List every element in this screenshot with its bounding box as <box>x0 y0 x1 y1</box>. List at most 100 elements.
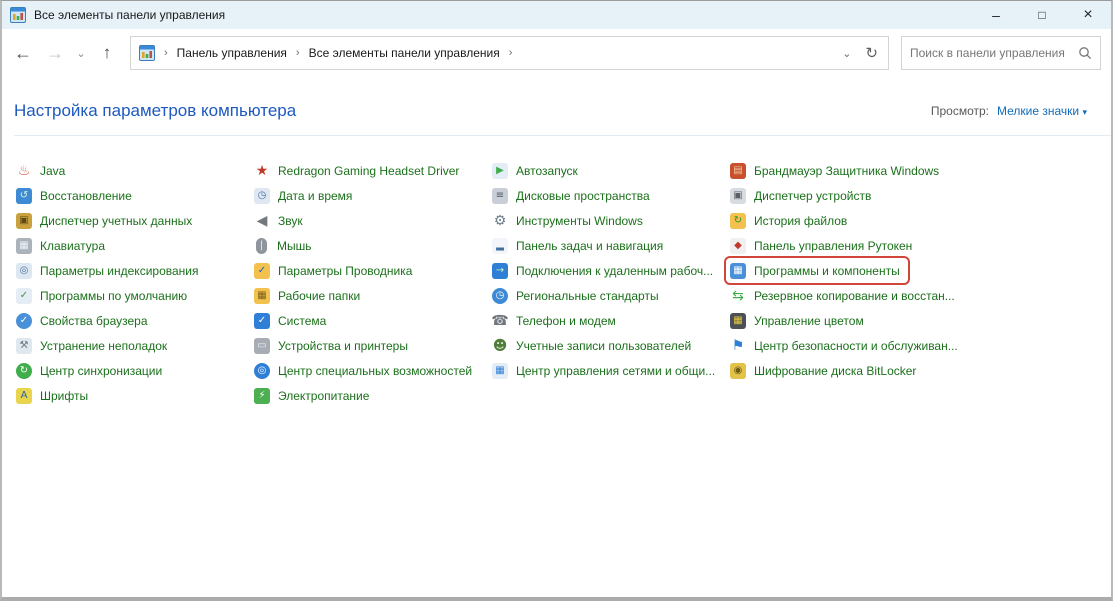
back-button[interactable]: ← <box>8 43 38 64</box>
color-management-icon: ▦ <box>730 313 746 329</box>
item-java[interactable]: ♨Java <box>12 158 73 183</box>
item-label: Центр безопасности и обслуживан... <box>754 339 958 353</box>
item-label: Брандмауэр Защитника Windows <box>754 164 939 178</box>
item-security-maintenance[interactable]: ⚑ Центр безопасности и обслуживан... <box>726 333 966 358</box>
item-remote-desktop[interactable]: →Подключения к удаленным рабоч... <box>488 258 721 283</box>
breadcrumb-separator[interactable]: › <box>296 47 300 59</box>
up-button[interactable]: ↑ <box>92 43 122 63</box>
item-label: Центр специальных возможностей <box>278 364 472 378</box>
items-grid: ♨Java↺Восстановление▣Диспетчер учетных д… <box>2 136 1111 408</box>
close-button[interactable]: × <box>1065 1 1111 29</box>
control-panel-icon <box>139 45 155 61</box>
item-bitlocker[interactable]: ◉Шифрование диска BitLocker <box>726 358 924 383</box>
navigation-toolbar: ← → ⌄ ↑ › Панель управления › Все элемен… <box>2 29 1111 77</box>
item-label: Инструменты Windows <box>516 214 643 228</box>
breadcrumb-all-items[interactable]: Все элементы панели управления <box>309 46 500 60</box>
item-windows-tools[interactable]: ⚙Инструменты Windows <box>488 208 651 233</box>
item-file-history[interactable]: ↻История файлов <box>726 208 855 233</box>
item-indexing-options[interactable]: ◎Параметры индексирования <box>12 258 206 283</box>
item-label: Восстановление <box>40 189 132 203</box>
item-programs-features[interactable]: ▦Программы и компоненты <box>726 258 908 283</box>
view-mode-dropdown[interactable]: Мелкие значки ▾ <box>997 104 1087 118</box>
keyboard-icon: ▦ <box>16 238 32 254</box>
item-phone-modem[interactable]: ☎ Телефон и модем <box>488 308 624 333</box>
refresh-icon[interactable]: ↻ <box>865 44 878 62</box>
item-label: Центр синхронизации <box>40 364 162 378</box>
minimize-button[interactable]: – <box>973 1 1019 29</box>
item-user-accounts[interactable]: ☻ Учетные записи пользователей <box>488 333 699 358</box>
item-label: Шифрование диска BitLocker <box>754 364 916 378</box>
work-folders-icon: ▦ <box>254 288 270 304</box>
breadcrumb-separator: › <box>164 47 168 59</box>
item-devices-printers[interactable]: ▭Устройства и принтеры <box>250 333 416 358</box>
storage-spaces-icon: ≡ <box>492 188 508 204</box>
item-region[interactable]: ◷Региональные стандарты <box>488 283 667 308</box>
forward-button[interactable]: → <box>40 43 70 64</box>
address-bar[interactable]: › Панель управления › Все элементы панел… <box>130 36 889 70</box>
history-dropdown-icon[interactable]: ⌄ <box>72 47 90 60</box>
item-keyboard[interactable]: ▦ Клавиатура <box>12 233 113 258</box>
item-power-options[interactable]: ⚡ Электропитание <box>250 383 377 408</box>
item-network-center[interactable]: ▦Центр управления сетями и общи... <box>488 358 723 383</box>
item-storage-spaces[interactable]: ≡Дисковые пространства <box>488 183 658 208</box>
security-maintenance-icon: ⚑ <box>730 338 746 354</box>
item-explorer-options[interactable]: ✓Параметры Проводника <box>250 258 420 283</box>
item-rutoken[interactable]: ◆Панель управления Рутокен <box>726 233 920 258</box>
backup-restore-icon: ⇆ <box>730 288 746 304</box>
item-label: Электропитание <box>278 389 369 403</box>
search-icon[interactable] <box>1078 46 1092 60</box>
item-label: Автозапуск <box>516 164 578 178</box>
item-redragon[interactable]: ★Redragon Gaming Headset Driver <box>250 158 467 183</box>
item-label: Управление цветом <box>754 314 864 328</box>
item-internet-options[interactable]: ✓Свойства браузера <box>12 308 156 333</box>
item-label: Дата и время <box>278 189 352 203</box>
item-ease-of-access[interactable]: ◎Центр специальных возможностей <box>250 358 480 383</box>
item-fonts[interactable]: AШрифты <box>12 383 96 408</box>
item-sound[interactable]: ◀Звук <box>250 208 311 233</box>
control-panel-icon <box>10 7 26 23</box>
item-label: Резервное копирование и восстан... <box>754 289 955 303</box>
item-label: Java <box>40 164 65 178</box>
item-sync-center[interactable]: ↻ Центр синхронизации <box>12 358 170 383</box>
item-autoplay[interactable]: ▶Автозапуск <box>488 158 586 183</box>
mouse-icon: | <box>256 238 267 254</box>
breadcrumb-control-panel[interactable]: Панель управления <box>177 46 287 60</box>
item-label: Учетные записи пользователей <box>516 339 691 353</box>
item-troubleshooting[interactable]: ⚒Устранение неполадок <box>12 333 175 358</box>
item-color-management[interactable]: ▦ Управление цветом <box>726 308 872 333</box>
region-icon: ◷ <box>492 288 508 304</box>
item-label: Шрифты <box>40 389 88 403</box>
page-title: Настройка параметров компьютера <box>14 101 931 121</box>
item-credential-manager[interactable]: ▣Диспетчер учетных данных <box>12 208 200 233</box>
user-accounts-icon: ☻ <box>492 338 508 354</box>
item-taskbar[interactable]: ▂Панель задач и навигация <box>488 233 671 258</box>
item-mouse[interactable]: |Мышь <box>250 233 320 258</box>
item-device-manager[interactable]: ▣Диспетчер устройств <box>726 183 879 208</box>
item-date-time[interactable]: ◷Дата и время <box>250 183 360 208</box>
items-column-1: ♨Java↺Восстановление▣Диспетчер учетных д… <box>16 158 254 408</box>
sync-center-icon: ↻ <box>16 363 32 379</box>
search-box[interactable] <box>901 36 1101 70</box>
item-label: Redragon Gaming Headset Driver <box>278 164 459 178</box>
search-input[interactable] <box>910 46 1078 60</box>
breadcrumb-separator[interactable]: › <box>509 47 513 59</box>
item-system[interactable]: ✓Система <box>250 308 334 333</box>
item-label: Диспетчер учетных данных <box>40 214 192 228</box>
item-recovery[interactable]: ↺Восстановление <box>12 183 140 208</box>
devices-printers-icon: ▭ <box>254 338 270 354</box>
items-column-3: ▶Автозапуск≡Дисковые пространства⚙Инстру… <box>492 158 730 408</box>
address-dropdown-icon[interactable]: ⌄ <box>842 47 851 60</box>
maximize-button[interactable]: □ <box>1019 1 1065 29</box>
item-default-programs[interactable]: ✓Программы по умолчанию <box>12 283 195 308</box>
network-center-icon: ▦ <box>492 363 508 379</box>
item-label: Клавиатура <box>40 239 105 253</box>
item-backup-restore[interactable]: ⇆ Резервное копирование и восстан... <box>726 283 963 308</box>
item-label: История файлов <box>754 214 847 228</box>
item-work-folders[interactable]: ▦Рабочие папки <box>250 283 368 308</box>
item-label: Телефон и модем <box>516 314 616 328</box>
phone-modem-icon: ☎ <box>492 313 508 329</box>
power-options-icon: ⚡ <box>254 388 270 404</box>
troubleshooting-icon: ⚒ <box>16 338 32 354</box>
item-firewall[interactable]: ▤Брандмауэр Защитника Windows <box>726 158 947 183</box>
item-label: Программы и компоненты <box>754 264 900 278</box>
